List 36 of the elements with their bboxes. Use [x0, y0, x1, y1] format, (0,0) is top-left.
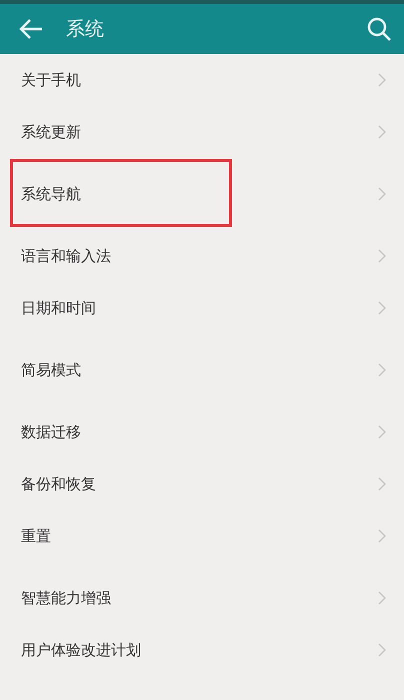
item-label: 系统导航: [21, 184, 82, 204]
chevron-icon: [378, 425, 386, 439]
chevron-icon: [378, 249, 386, 263]
chevron-icon: [378, 643, 386, 657]
settings-item[interactable]: 数据迁移: [0, 406, 404, 458]
settings-item[interactable]: 重置: [0, 510, 404, 562]
chevron-icon: [378, 301, 386, 315]
item-label: 简易模式: [21, 360, 82, 380]
settings-item[interactable]: 简易模式: [0, 344, 404, 396]
chevron-icon: [378, 591, 386, 605]
item-label: 系统更新: [21, 122, 82, 142]
chevron-icon: [378, 477, 386, 491]
item-label: 重置: [21, 526, 52, 546]
settings-item[interactable]: 语言和输入法: [0, 230, 404, 282]
item-label: 用户体验改进计划: [21, 640, 142, 660]
settings-item[interactable]: 关于手机: [0, 54, 404, 106]
item-label: 数据迁移: [21, 422, 82, 442]
settings-item[interactable]: 系统导航: [0, 168, 404, 220]
settings-item[interactable]: 系统更新: [0, 106, 404, 158]
back-icon[interactable]: [18, 18, 44, 40]
chevron-icon: [378, 187, 386, 201]
search-icon[interactable]: [366, 16, 392, 42]
settings-item[interactable]: 备份和恢复: [0, 458, 404, 510]
settings-item[interactable]: 智慧能力增强: [0, 572, 404, 624]
item-label: 语言和输入法: [21, 246, 112, 266]
item-label: 备份和恢复: [21, 474, 97, 494]
chevron-icon: [378, 363, 386, 377]
settings-item[interactable]: 日期和时间: [0, 282, 404, 334]
item-label: 日期和时间: [21, 298, 97, 318]
chevron-icon: [378, 529, 386, 543]
chevron-icon: [378, 125, 386, 139]
settings-item[interactable]: 用户体验改进计划: [0, 624, 404, 676]
item-label: 智慧能力增强: [21, 588, 112, 608]
page-title: 系统: [66, 17, 105, 42]
item-label: 关于手机: [21, 70, 82, 90]
chevron-icon: [378, 73, 386, 87]
